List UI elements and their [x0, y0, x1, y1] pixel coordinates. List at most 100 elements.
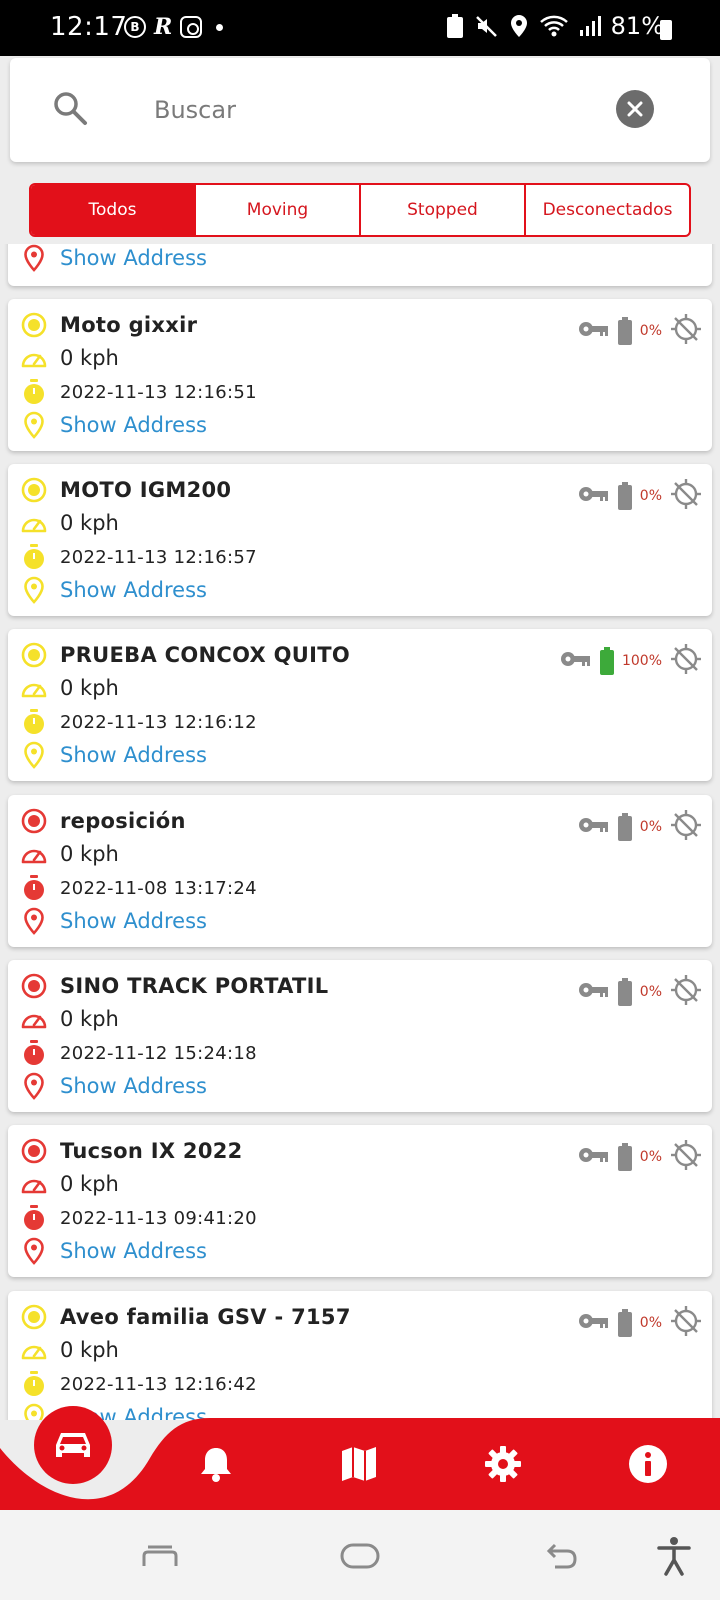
- vehicle-timestamp: 2022-11-13 12:16:12: [60, 711, 257, 733]
- vehicle-name: SINO TRACK PORTATIL: [60, 974, 329, 998]
- info-icon: [629, 1445, 667, 1483]
- clear-search-button[interactable]: [616, 90, 654, 128]
- vehicle-speed: 0 kph: [60, 842, 119, 866]
- accessibility-button[interactable]: [650, 1534, 698, 1578]
- status-icon: [20, 641, 48, 669]
- vehicle-timestamp: 2022-11-13 12:16:51: [60, 381, 257, 403]
- search-bar: [10, 58, 710, 162]
- battery-percent: 0%: [639, 323, 662, 339]
- show-address-link[interactable]: Show Address: [60, 413, 207, 437]
- battery-icon: [617, 1309, 632, 1337]
- gps-off-icon: [670, 313, 702, 349]
- battery-percent: 0%: [639, 984, 662, 1000]
- recycle-icon: [446, 14, 463, 38]
- speedometer-icon: [20, 509, 48, 537]
- vehicle-card-partial[interactable]: Show Address: [8, 244, 712, 286]
- speedometer-icon: [20, 840, 48, 868]
- recent-apps-button[interactable]: [136, 1534, 184, 1578]
- pin-icon: [20, 411, 48, 439]
- status-icon: [20, 972, 48, 1000]
- gps-off-icon: [670, 809, 702, 845]
- speedometer-icon: [20, 1005, 48, 1033]
- speedometer-icon: [20, 1170, 48, 1198]
- device-indicators: 0%: [578, 1139, 702, 1175]
- show-address-link[interactable]: Show Address: [60, 246, 207, 270]
- status-time: 12:17: [50, 12, 128, 42]
- tab-todos[interactable]: Todos: [31, 185, 194, 235]
- vehicle-card[interactable]: reposición 0 kph 2022-11-08 13:17:24 Show A…: [8, 795, 712, 947]
- vehicle-name: Tucson IX 2022: [60, 1139, 243, 1163]
- pin-icon: [20, 1072, 48, 1100]
- vehicle-timestamp: 2022-11-13 12:16:57: [60, 546, 257, 568]
- device-indicators: 0%: [578, 809, 702, 845]
- vehicle-card[interactable]: Moto gixxir 0 kph 2022-11-13 12:16:51 Show …: [8, 299, 712, 451]
- battery-percent: 0%: [639, 488, 662, 504]
- home-icon: [340, 1543, 380, 1569]
- nav-map-button[interactable]: [335, 1440, 383, 1488]
- vehicle-speed: 0 kph: [60, 1338, 119, 1362]
- signal-icon: [579, 16, 601, 36]
- show-address-link[interactable]: Show Address: [60, 578, 207, 602]
- pin-icon: [20, 907, 48, 935]
- back-icon: [546, 1543, 577, 1569]
- show-address-link[interactable]: Show Address: [60, 1074, 207, 1098]
- device-indicators: 0%: [578, 313, 702, 349]
- tab-desconectados[interactable]: Desconectados: [524, 185, 689, 235]
- vehicle-list[interactable]: Show Address Moto gixxir 0 kph 2022-11-13 …: [0, 244, 720, 1420]
- status-icon: [20, 807, 48, 835]
- battery-icon: [617, 813, 632, 841]
- vehicle-name: MOTO IGM200: [60, 478, 232, 502]
- pin-icon: [20, 244, 48, 272]
- vehicle-card[interactable]: PRUEBA CONCOX QUITO 0 kph 2022-11-13 12:16…: [8, 629, 712, 781]
- battery-percent: 0%: [639, 1315, 662, 1331]
- tab-stopped[interactable]: Stopped: [359, 185, 524, 235]
- nav-settings-button[interactable]: [479, 1440, 527, 1488]
- pin-icon: [20, 741, 48, 769]
- gps-off-icon: [670, 1305, 702, 1341]
- recent-apps-icon: [142, 1545, 178, 1566]
- device-indicators: 100%: [560, 643, 702, 679]
- home-button[interactable]: [336, 1534, 384, 1578]
- show-address-link[interactable]: Show Address: [60, 1239, 207, 1263]
- battery-icon: [599, 647, 614, 675]
- mute-icon: [475, 16, 497, 37]
- location-icon: [510, 15, 527, 37]
- search-icon: [54, 92, 87, 125]
- ignition-key-icon: [578, 981, 610, 1003]
- stopwatch-icon: [20, 378, 48, 406]
- r-app-icon: R: [154, 14, 173, 40]
- vehicle-card[interactable]: Aveo familia GSV - 7157 0 kph 2022-11-13 1…: [8, 1291, 712, 1420]
- map-icon: [342, 1447, 376, 1481]
- vehicle-timestamp: 2022-11-13 12:16:42: [60, 1373, 257, 1395]
- status-icon: [20, 311, 48, 339]
- vehicle-name: Aveo familia GSV - 7157: [60, 1305, 351, 1329]
- vehicle-timestamp: 2022-11-13 09:41:20: [60, 1207, 257, 1229]
- vehicle-speed: 0 kph: [60, 1007, 119, 1031]
- nav-info-button[interactable]: [624, 1440, 672, 1488]
- status-icon: [20, 1303, 48, 1331]
- battery-icon: [617, 978, 632, 1006]
- instagram-icon: [180, 16, 203, 38]
- back-button[interactable]: [538, 1534, 586, 1578]
- device-indicators: 0%: [578, 974, 702, 1010]
- tab-moving[interactable]: Moving: [194, 185, 359, 235]
- nav-alerts-button[interactable]: [192, 1440, 240, 1488]
- battery-icon: [617, 1143, 632, 1171]
- ignition-key-icon: [578, 1146, 610, 1168]
- ignition-key-icon: [560, 650, 592, 672]
- nav-vehicles-button[interactable]: [34, 1406, 112, 1484]
- pin-icon: [20, 1237, 48, 1265]
- status-icons-right: 81%: [445, 12, 664, 40]
- vehicle-card[interactable]: MOTO IGM200 0 kph 2022-11-13 12:16:57 Show …: [8, 464, 712, 616]
- battery-percent: 0%: [639, 819, 662, 835]
- status-icon: [20, 1137, 48, 1165]
- vehicle-name: Moto gixxir: [60, 313, 198, 337]
- show-address-link[interactable]: Show Address: [60, 909, 207, 933]
- battery-icon: [660, 20, 672, 40]
- vehicle-timestamp: 2022-11-08 13:17:24: [60, 877, 257, 899]
- search-input[interactable]: [154, 88, 574, 132]
- vehicle-card[interactable]: Tucson IX 2022 0 kph 2022-11-13 09:41:20 Sh…: [8, 1125, 712, 1277]
- status-bar: 12:17 B R 81%: [0, 0, 720, 56]
- vehicle-card[interactable]: SINO TRACK PORTATIL 0 kph 2022-11-12 15:24…: [8, 960, 712, 1112]
- show-address-link[interactable]: Show Address: [60, 743, 207, 767]
